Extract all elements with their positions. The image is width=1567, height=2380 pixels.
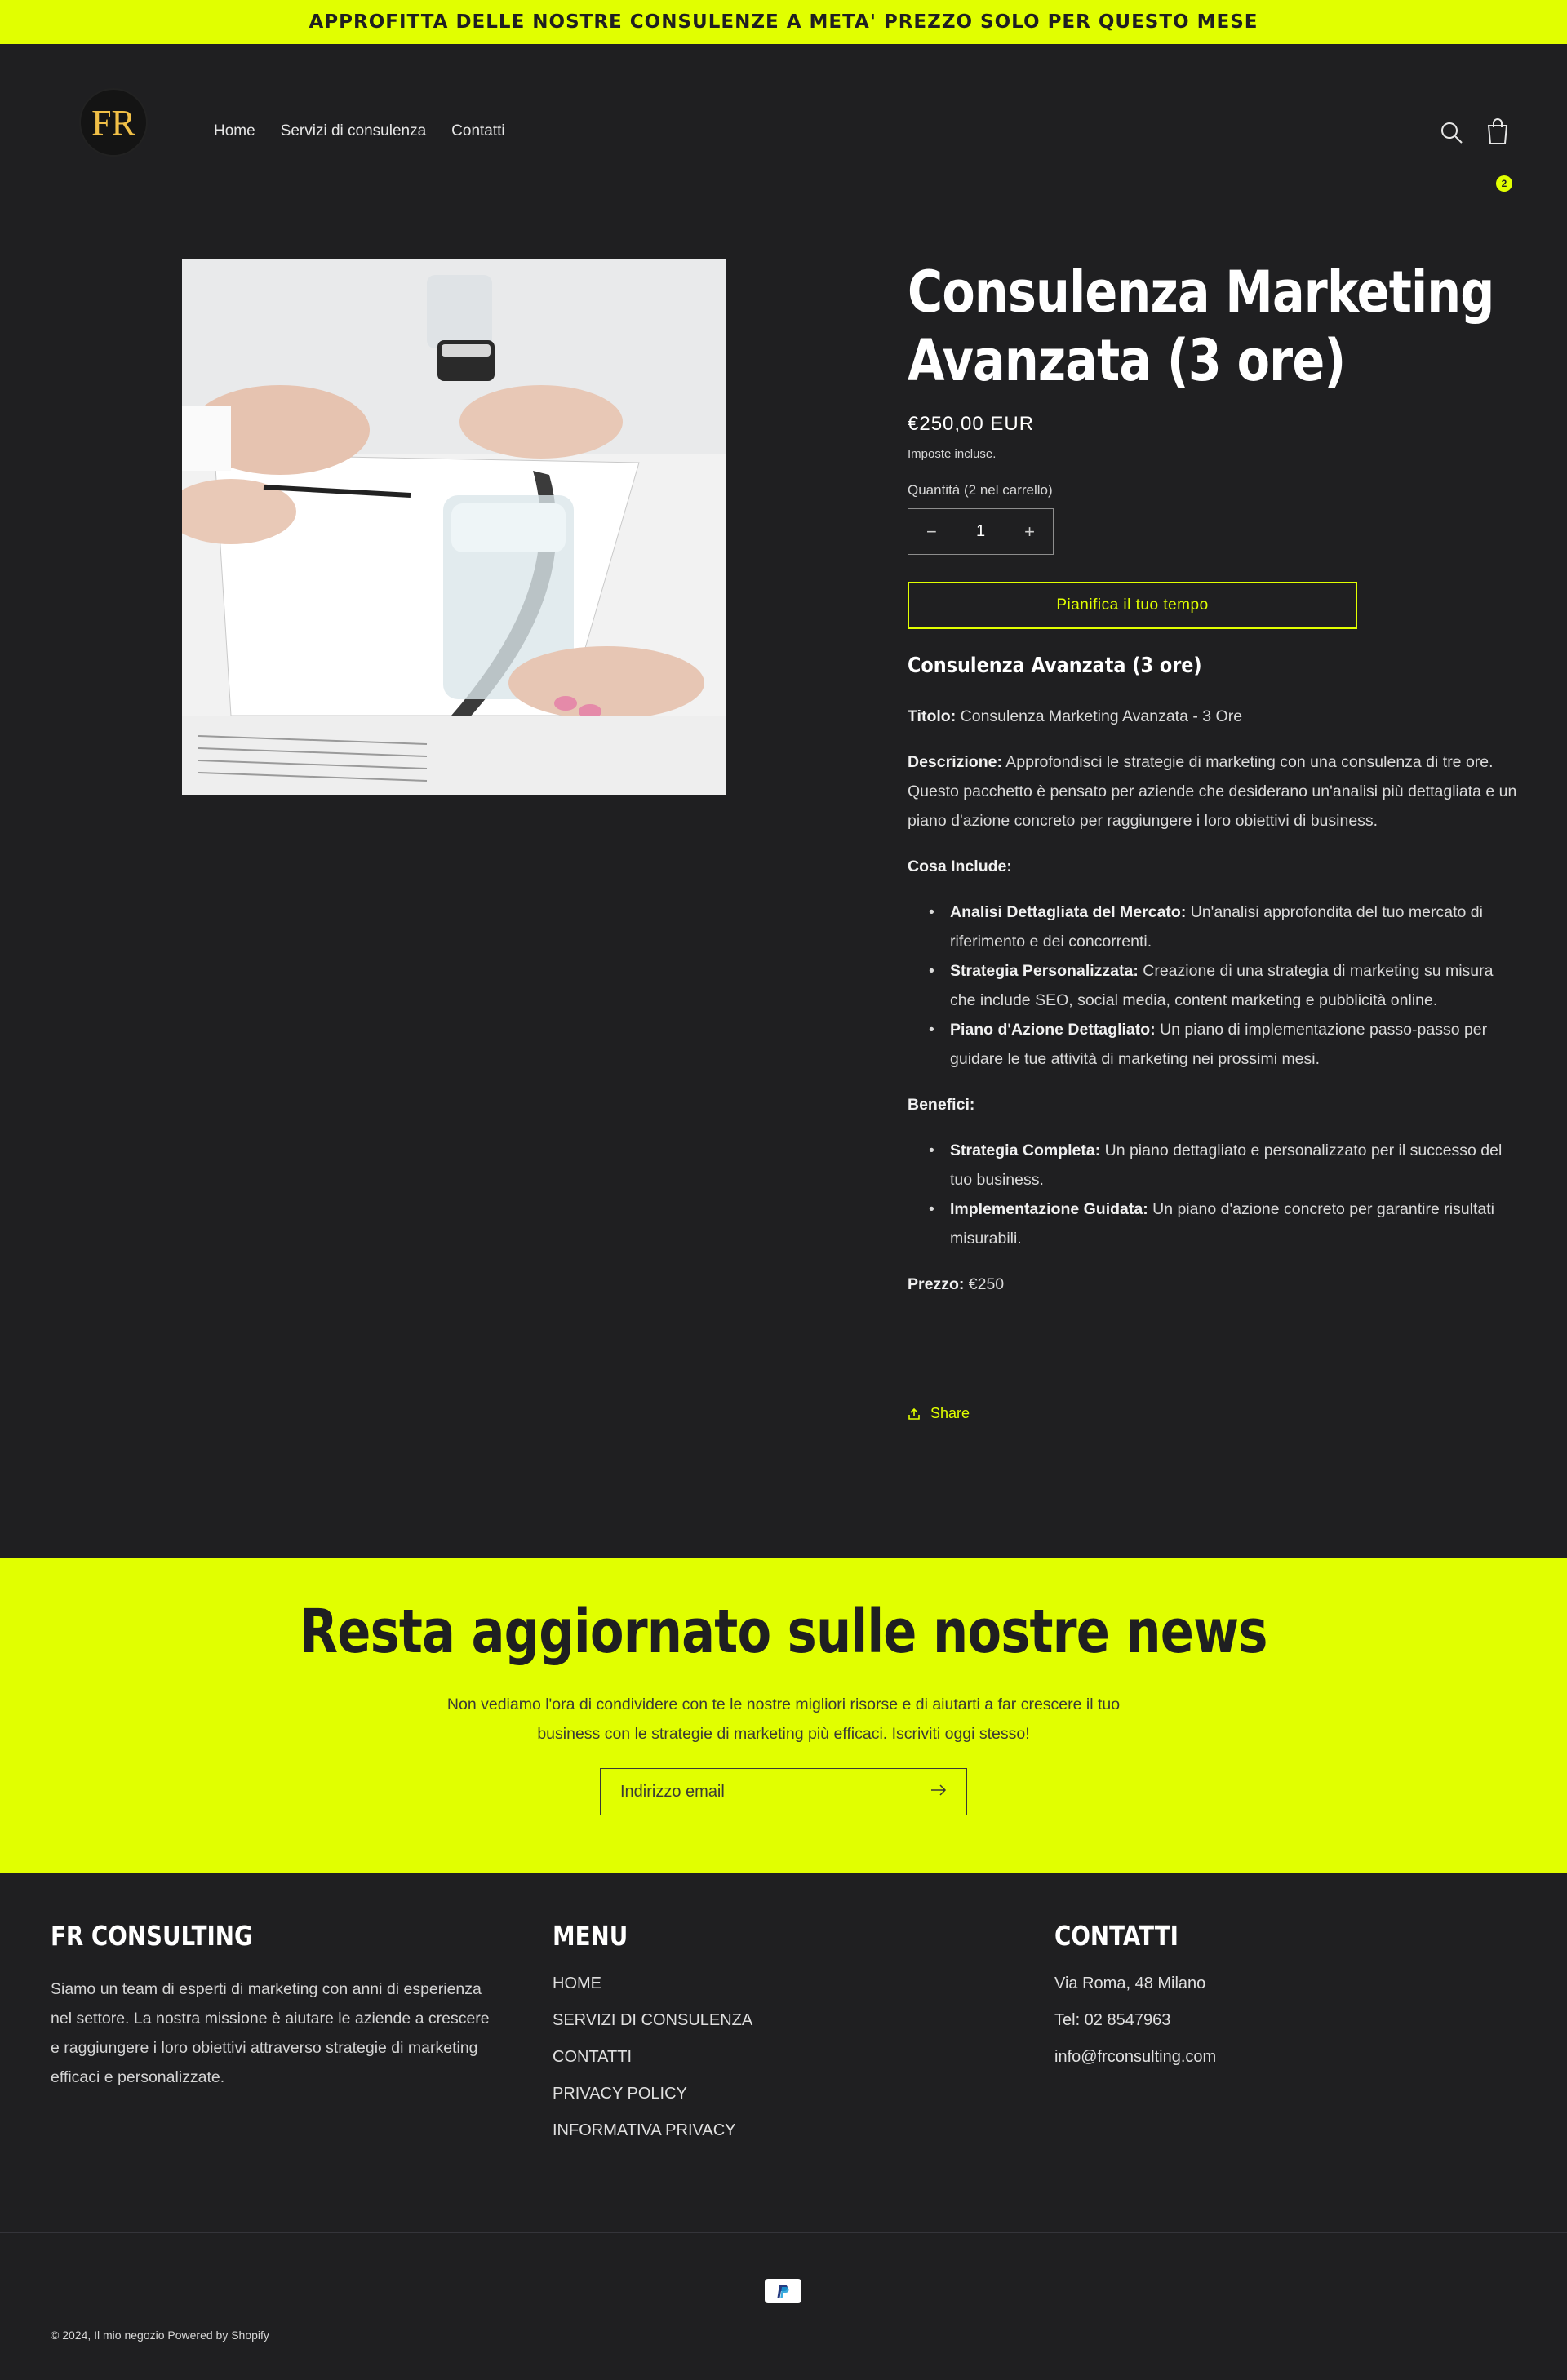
includes-label: Cosa Include: <box>908 858 1012 875</box>
tax-note: Imposte incluse. <box>908 447 997 461</box>
benefits-list: Strategia Completa: Un piano dettagliato… <box>908 1136 1518 1253</box>
list-item: Piano d'Azione Dettagliato: Un piano di … <box>929 1015 1518 1074</box>
nav-contatti[interactable]: Contatti <box>451 122 504 140</box>
search-icon[interactable] <box>1438 119 1466 147</box>
footer-contacts-title: CONTATTI <box>1054 1920 1179 1952</box>
product-description: Consulenza Avanzata (3 ore) Titolo: Cons… <box>908 653 1518 1315</box>
quantity-stepper: − 1 + <box>908 508 1054 555</box>
list-item: Strategia Personalizzata: Creazione di u… <box>929 956 1518 1015</box>
paypal-icon <box>765 2279 801 2303</box>
quantity-decrease-button[interactable]: − <box>926 521 937 543</box>
site-footer: FR CONSULTING Siamo un team di esperti d… <box>0 1873 1567 2380</box>
footer-email: info@frconsulting.com <box>1054 2048 1217 2066</box>
list-item: Analisi Dettagliata del Mercato: Un'anal… <box>929 897 1518 956</box>
logo-text: FR <box>91 102 135 143</box>
copyright-text: © 2024, Il mio negozio Powered by Shopif… <box>51 2329 269 2342</box>
footer-link-servizi[interactable]: SERVIZI DI CONSULENZA <box>553 2011 993 2030</box>
quantity-label: Quantità (2 nel carrello) <box>908 482 1053 498</box>
nav-home[interactable]: Home <box>214 122 255 140</box>
footer-address: Via Roma, 48 Milano <box>1054 1974 1206 1992</box>
share-button[interactable]: Share <box>908 1405 970 1422</box>
arrow-right-icon[interactable] <box>930 1784 947 1800</box>
newsletter-title: Resta aggiornato sulle nostre news <box>300 1597 1267 1667</box>
footer-menu: MENU HOME SERVIZI DI CONSULENZA CONTATTI… <box>553 1920 993 2158</box>
footer-link-contatti[interactable]: CONTATTI <box>553 2048 993 2067</box>
footer-link-home[interactable]: HOME <box>553 1974 993 1993</box>
footer-menu-title: MENU <box>553 1920 628 1952</box>
product-image[interactable] <box>182 259 726 795</box>
schedule-button[interactable]: Pianifica il tuo tempo <box>908 582 1357 629</box>
nav-servizi[interactable]: Servizi di consulenza <box>281 122 426 140</box>
list-item: Implementazione Guidata: Un piano d'azio… <box>929 1194 1518 1253</box>
quantity-increase-button[interactable]: + <box>1024 521 1035 543</box>
benefits-label: Benefici: <box>908 1096 975 1114</box>
newsletter-section: Resta aggiornato sulle nostre news Non v… <box>0 1558 1567 1873</box>
footer-about-text: Siamo un team di esperti di marketing co… <box>51 1980 490 2086</box>
description-heading: Consulenza Avanzata (3 ore) <box>908 654 1202 678</box>
product-info: Consulenza Marketing Avanzata (3 ore) €2… <box>908 258 1518 1421</box>
footer-about-title: FR CONSULTING <box>51 1920 253 1952</box>
main-nav: Home Servizi di consulenza Contatti <box>214 122 505 140</box>
footer-divider <box>0 2232 1567 2233</box>
newsletter-form <box>600 1768 967 1815</box>
share-label: Share <box>930 1405 970 1421</box>
footer-about: FR CONSULTING Siamo un team di esperti d… <box>51 1920 491 2092</box>
newsletter-text: Non vediamo l'ora di condividere con te … <box>446 1695 1121 1743</box>
site-header: FR Home Servizi di consulenza Contatti 2 <box>0 44 1567 222</box>
description-title-line: Titolo: Consulenza Marketing Avanzata - … <box>908 707 1243 725</box>
cart-count-badge: 2 <box>1496 175 1512 192</box>
footer-contacts: CONTATTI Via Roma, 48 Milano Tel: 02 854… <box>1054 1920 1495 2085</box>
description-text: Descrizione: Approfondisci le strategie … <box>908 753 1517 830</box>
announcement-text: APPROFITTA DELLE NOSTRE CONSULENZE A MET… <box>309 11 1258 33</box>
includes-list: Analisi Dettagliata del Mercato: Un'anal… <box>908 897 1518 1074</box>
site-logo[interactable]: FR <box>81 90 146 155</box>
cart-icon[interactable] <box>1484 116 1512 144</box>
footer-link-privacy-policy[interactable]: PRIVACY POLICY <box>553 2085 993 2103</box>
description-price: Prezzo: €250 <box>908 1275 1005 1293</box>
product-price: €250,00 EUR <box>908 413 1035 435</box>
list-item: Strategia Completa: Un piano dettagliato… <box>929 1136 1518 1194</box>
email-field[interactable] <box>620 1782 914 1802</box>
footer-link-informativa-privacy[interactable]: INFORMATIVA PRIVACY <box>553 2121 993 2140</box>
quantity-value[interactable]: 1 <box>976 522 985 541</box>
share-icon <box>908 1407 920 1420</box>
footer-phone: Tel: 02 8547963 <box>1054 2011 1171 2029</box>
announcement-bar: APPROFITTA DELLE NOSTRE CONSULENZE A MET… <box>0 0 1567 44</box>
product-title: Consulenza Marketing Avanzata (3 ore) <box>908 259 1494 394</box>
